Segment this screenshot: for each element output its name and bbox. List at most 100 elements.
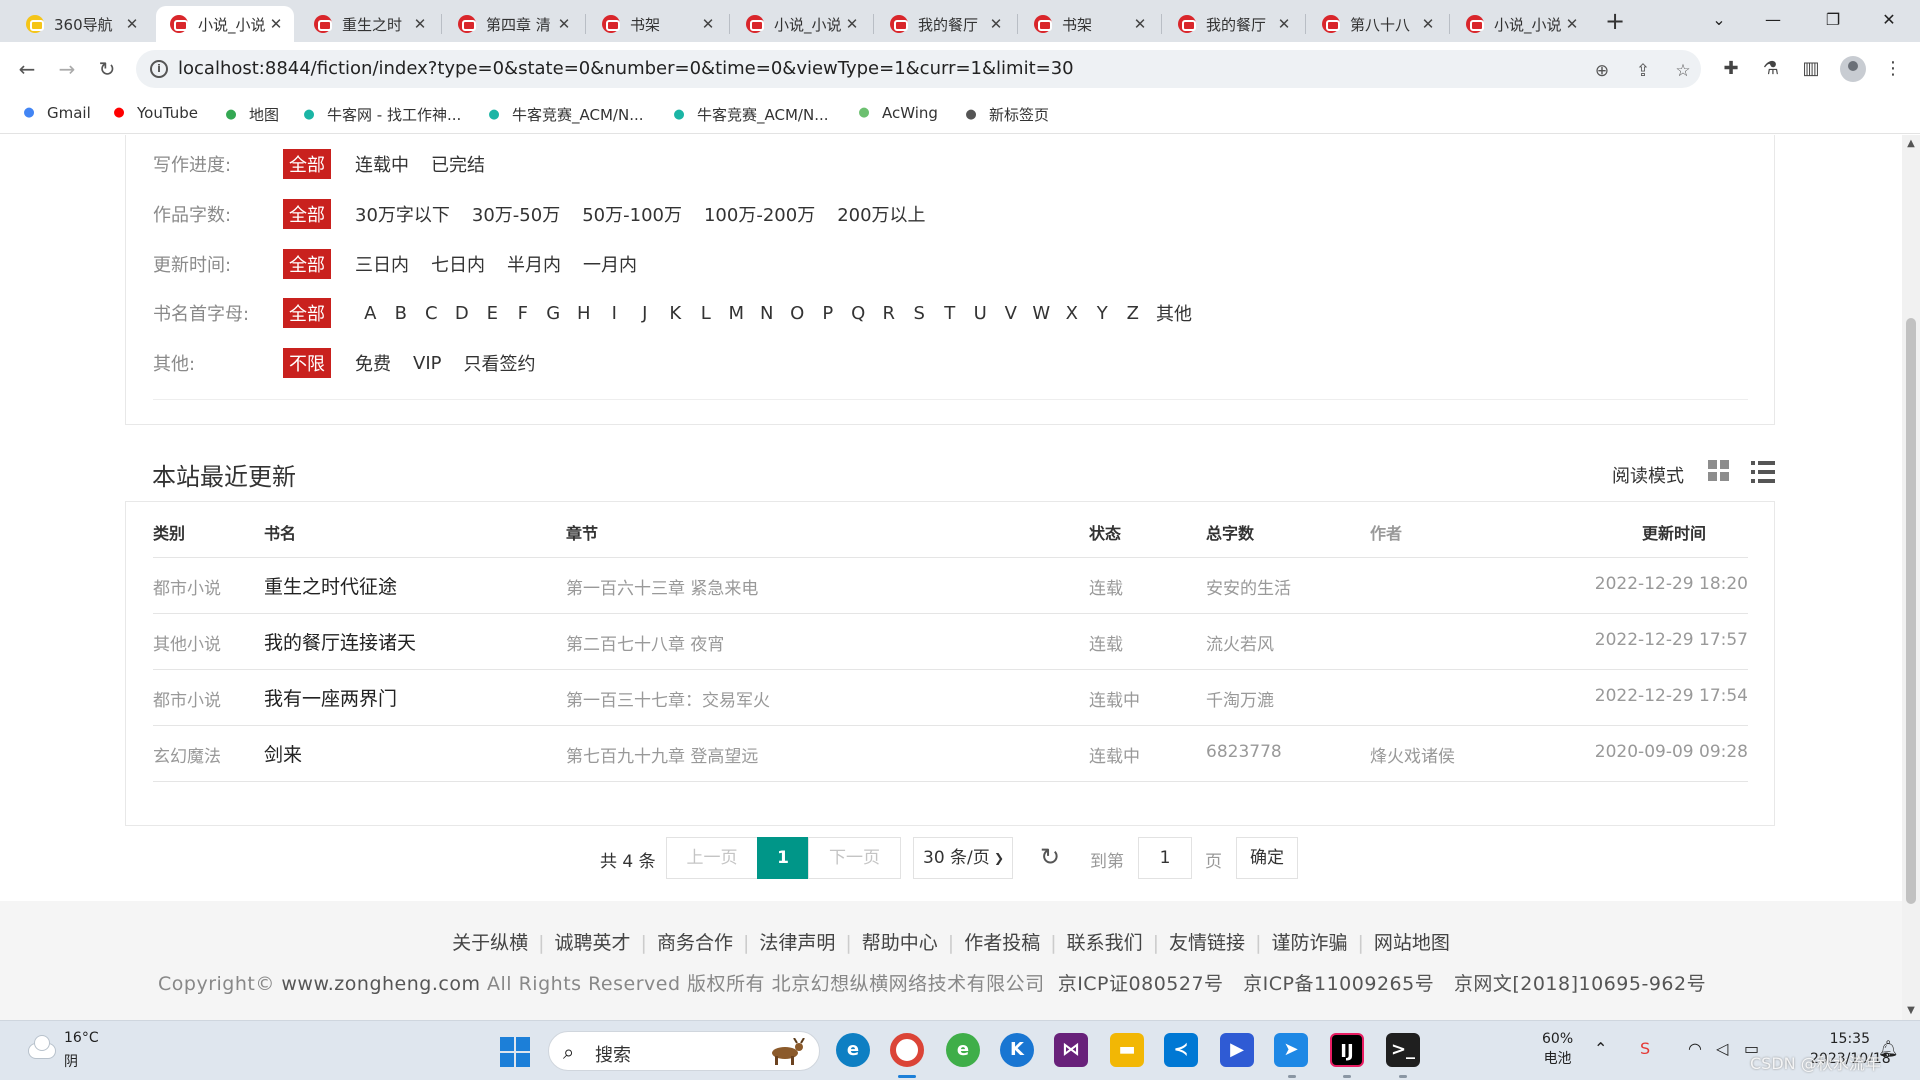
bookmark-item[interactable]: ● 牛客网 - 找工作神... [300, 104, 461, 125]
bookmark-item[interactable]: ● 地图 [222, 104, 279, 125]
goto-confirm-button[interactable]: 确定 [1236, 837, 1298, 879]
lab-flask-icon[interactable]: ⚗ [1758, 56, 1784, 82]
filter-letter[interactable]: Q [843, 303, 874, 324]
footer-link[interactable]: 网站地图 [1364, 932, 1460, 954]
filter-option[interactable]: 已完结 [431, 151, 485, 177]
scroll-down-icon[interactable]: ▼ [1902, 1002, 1920, 1020]
volume-icon[interactable]: ◁ [1716, 1039, 1728, 1058]
refresh-icon[interactable]: ↻ [1040, 843, 1060, 871]
bookmark-star-icon[interactable]: ☆ [1672, 60, 1694, 82]
filter-letter[interactable]: I [599, 303, 630, 324]
filter-option[interactable]: VIP [413, 353, 441, 374]
browser-tab[interactable]: 书架 ✕ [1020, 6, 1158, 42]
filter-letter[interactable]: K [660, 303, 691, 324]
browser-tab[interactable]: 小说_小说 ✕ [156, 6, 294, 42]
filter-option[interactable]: 只看签约 [463, 350, 535, 376]
notification-bell-icon[interactable]: 🔔︎ [1878, 1039, 1898, 1058]
filter-option[interactable]: 200万以上 [837, 201, 925, 227]
footer-link[interactable]: 法律声明 [749, 932, 845, 954]
footer-link[interactable]: 诚聘英才 [545, 932, 641, 954]
bookmark-item[interactable]: ● 新标签页 [962, 104, 1049, 125]
bookmark-item[interactable]: ● 牛客竞赛_ACM/N... [485, 104, 643, 125]
close-icon[interactable]: ✕ [988, 15, 1004, 33]
filter-option[interactable]: 100万-200万 [704, 201, 815, 227]
filter-letter[interactable]: Z [1118, 303, 1149, 324]
tab-search-chevron-icon[interactable]: ⌄ [1696, 0, 1742, 40]
share-icon[interactable]: ⇪ [1632, 60, 1654, 82]
filter-letter[interactable]: P [813, 303, 844, 324]
site-info-icon[interactable]: i [150, 60, 168, 78]
bookmark-item[interactable]: ● 牛客竞赛_ACM/N... [670, 104, 828, 125]
cell-book[interactable]: 我的餐厅连接诸天 [264, 628, 416, 655]
reload-button[interactable]: ↻ [92, 54, 122, 84]
icp-license-3[interactable]: 京网文[2018]10695-962号 [1454, 973, 1706, 995]
filter-letter[interactable]: T [935, 303, 966, 324]
filter-option[interactable]: 30万-50万 [472, 201, 560, 227]
media-player-icon[interactable]: ▶ [1220, 1033, 1254, 1067]
filter-letter[interactable]: A [355, 303, 386, 324]
browser-tab[interactable]: 小说_小说 ✕ [732, 6, 870, 42]
intellij-idea-icon[interactable]: IJ [1330, 1033, 1364, 1067]
filter-letter[interactable]: U [965, 303, 996, 324]
copyright-site[interactable]: www.zongheng.com [281, 973, 480, 995]
per-page-select[interactable]: 30 条/页 ❯ [913, 837, 1013, 879]
filter-letter[interactable]: M [721, 303, 752, 324]
close-icon[interactable]: ✕ [412, 15, 428, 33]
close-icon[interactable]: ✕ [124, 15, 140, 33]
cell-category[interactable]: 其他小说 [153, 630, 221, 655]
browser-tab[interactable]: 第八十八 ✕ [1308, 6, 1446, 42]
filter-letter[interactable]: J [630, 303, 661, 324]
goto-page-input[interactable]: 1 [1138, 837, 1192, 879]
cell-category[interactable]: 都市小说 [153, 574, 221, 599]
minimize-button[interactable]: — [1750, 0, 1796, 40]
browser-tab[interactable]: 小说_小说 ✕ [1452, 6, 1590, 42]
cell-book[interactable]: 剑来 [264, 740, 302, 767]
weather-description[interactable]: 阴 [64, 1051, 78, 1071]
cell-chapter[interactable]: 第一百六十三章 紧急来电 [566, 574, 758, 599]
filter-letter[interactable]: H [569, 303, 600, 324]
address-bar[interactable]: i localhost:8844/fiction/index?type=0&st… [136, 50, 1701, 88]
cloud-weather-icon[interactable] [22, 1029, 56, 1063]
browser-tab[interactable]: 书架 ✕ [588, 6, 726, 42]
browser-tab[interactable]: 我的餐厅 ✕ [1164, 6, 1302, 42]
browser-tab[interactable]: 第四章 清 ✕ [444, 6, 582, 42]
filter-letter[interactable]: F [508, 303, 539, 324]
visual-studio-icon[interactable]: ⋈ [1054, 1033, 1088, 1067]
filter-option[interactable]: 连载中 [355, 151, 409, 177]
cell-author[interactable]: 烽火戏诸侯 [1370, 742, 1455, 767]
footer-link[interactable]: 帮助中心 [852, 932, 948, 954]
extensions-icon[interactable]: ✚ [1718, 56, 1744, 82]
filter-option-selected[interactable]: 全部 [283, 199, 331, 229]
list-view-icon[interactable] [1751, 461, 1775, 483]
close-icon[interactable]: ✕ [844, 15, 860, 33]
bookmark-item[interactable]: ● AcWing [855, 104, 938, 122]
filter-letter[interactable]: B [386, 303, 417, 324]
chevron-up-icon[interactable]: ⌃ [1594, 1039, 1607, 1058]
filter-letter[interactable]: V [996, 303, 1027, 324]
next-page-button[interactable]: 下一页 [808, 837, 901, 879]
taskbar-search[interactable]: ⌕ 搜索 [548, 1031, 820, 1071]
filter-letter-other[interactable]: 其他 [1156, 300, 1192, 326]
edge-browser-icon[interactable]: e [836, 1033, 870, 1067]
grid-view-icon[interactable] [1708, 460, 1730, 482]
browser-tab[interactable]: 360导航 ✕ [12, 6, 150, 42]
browser-tab[interactable]: 我的餐厅 ✕ [876, 6, 1014, 42]
footer-link[interactable]: 关于纵横 [442, 932, 538, 954]
filter-option[interactable]: 半月内 [507, 251, 561, 277]
filter-letter[interactable]: C [416, 303, 447, 324]
profile-avatar[interactable] [1840, 56, 1866, 82]
vscode-icon[interactable]: ≺ [1164, 1033, 1198, 1067]
footer-link[interactable]: 谨防诈骗 [1261, 932, 1357, 954]
360-browser-icon[interactable]: e [946, 1033, 980, 1067]
filter-letter[interactable]: O [782, 303, 813, 324]
filter-letter[interactable]: E [477, 303, 508, 324]
close-icon[interactable]: ✕ [700, 15, 716, 33]
wifi-icon[interactable]: ◠ [1688, 1039, 1702, 1058]
filter-option[interactable]: 一月内 [583, 251, 637, 277]
close-icon[interactable]: ✕ [268, 15, 284, 33]
cell-chapter[interactable]: 第二百七十八章 夜宵 [566, 630, 724, 655]
cell-book[interactable]: 我有一座两界门 [264, 684, 397, 711]
filter-option-selected[interactable]: 不限 [283, 348, 331, 378]
cell-book[interactable]: 重生之时代征途 [264, 572, 397, 599]
cell-chapter[interactable]: 第一百三十七章：交易军火 [566, 686, 770, 711]
